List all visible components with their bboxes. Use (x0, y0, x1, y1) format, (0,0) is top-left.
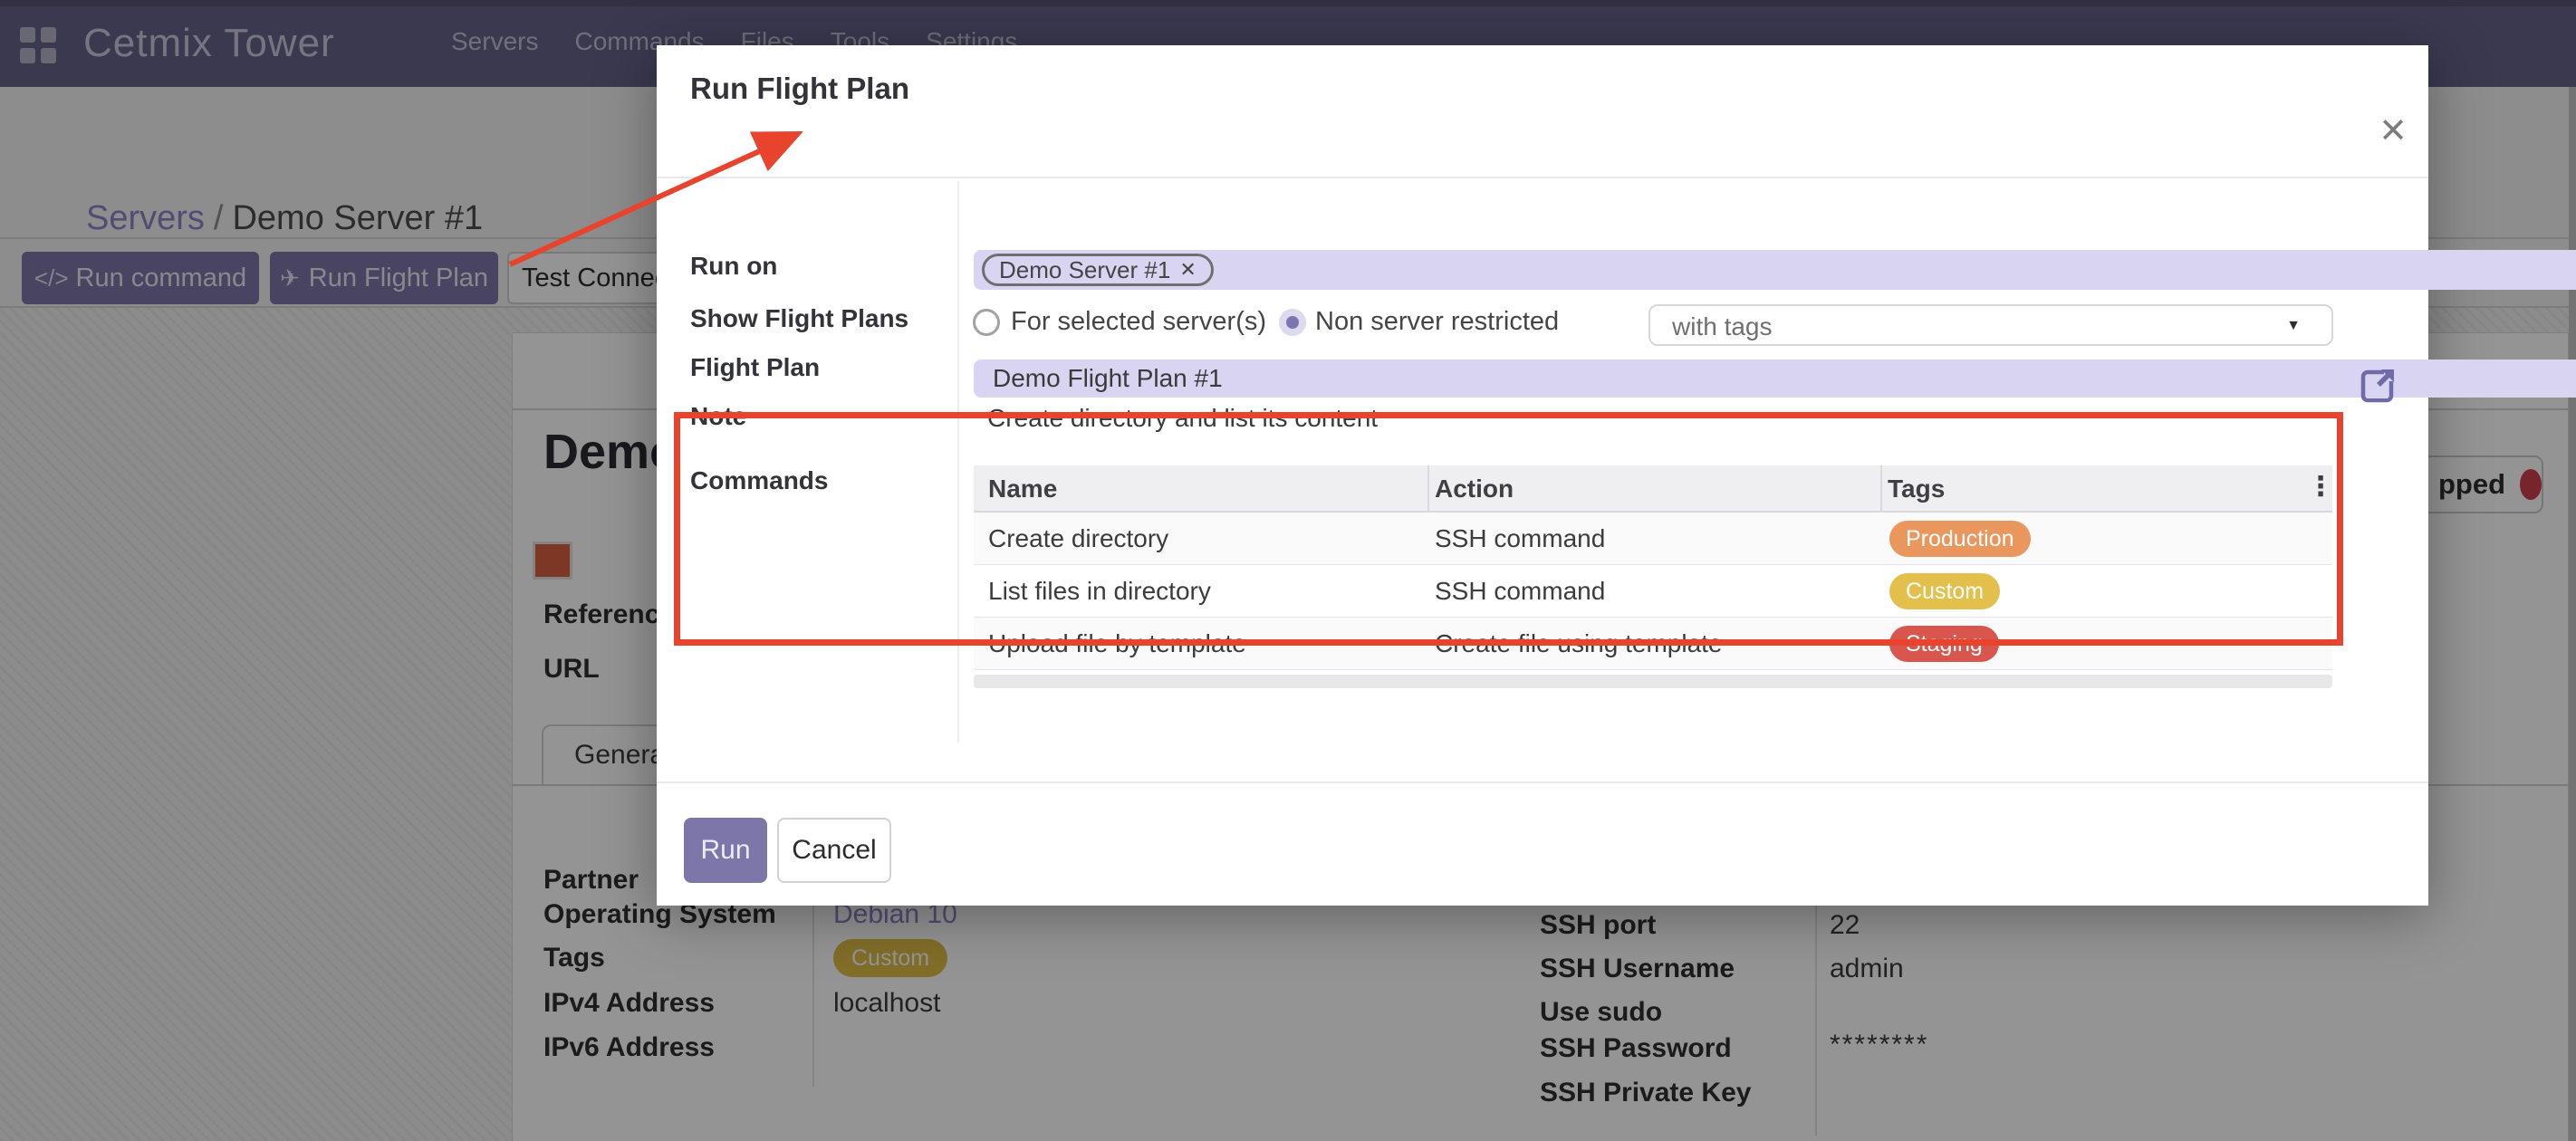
modal-footer-divider (657, 781, 2428, 783)
annotation-red-rectangle (674, 412, 2343, 646)
modal-header-divider (657, 177, 2428, 178)
run-on-server-tag: Demo Server #1 ✕ (982, 254, 1214, 286)
chevron-down-icon[interactable]: ▼ (2286, 318, 2301, 334)
with-tags-select[interactable]: with tags ▼ (1648, 304, 2333, 346)
close-icon[interactable]: ✕ (2370, 109, 2416, 154)
modal-title: Run Flight Plan (690, 45, 909, 131)
radio-non-server-restricted-label[interactable]: Non server restricted (1315, 307, 1559, 337)
remove-tag-icon[interactable]: ✕ (1179, 258, 1196, 282)
table-horizontal-scrollbar[interactable] (974, 675, 2332, 688)
show-flight-plans-label: Show Flight Plans (690, 304, 908, 333)
run-on-field[interactable]: Demo Server #1 ✕ ▼ (974, 250, 2576, 290)
flight-plan-field[interactable]: Demo Flight Plan #1 ▼ (974, 360, 2576, 398)
screenshot-root: Cetmix Tower Servers Commands Files Tool… (0, 0, 2576, 1141)
radio-non-server-restricted[interactable] (1279, 309, 1306, 336)
flight-plan-label: Flight Plan (690, 353, 820, 382)
external-link-icon[interactable] (2357, 365, 2398, 407)
cancel-button[interactable]: Cancel (777, 818, 891, 883)
run-on-label: Run on (690, 252, 777, 281)
with-tags-placeholder: with tags (1672, 312, 1773, 341)
run-button[interactable]: Run (684, 818, 767, 883)
radio-for-selected-servers-label[interactable]: For selected server(s) (1011, 307, 1266, 337)
radio-for-selected-servers[interactable] (973, 309, 1000, 336)
